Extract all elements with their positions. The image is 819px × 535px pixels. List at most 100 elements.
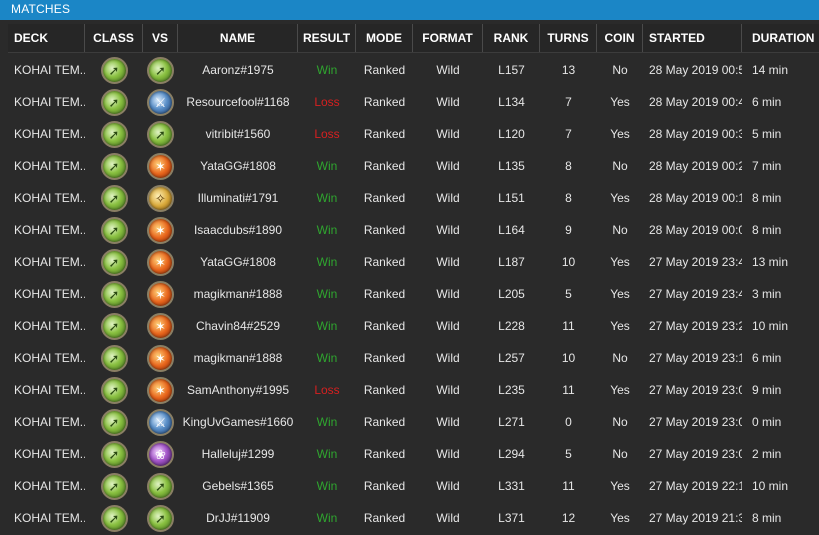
vs-cell: ➚ bbox=[143, 118, 178, 150]
duration-cell: 0 min bbox=[752, 415, 782, 429]
opponent-name: Illuminati#1791 bbox=[197, 191, 279, 205]
deck-cell: KOHAI TEM... bbox=[14, 383, 85, 397]
mage-class-icon: ✶ bbox=[147, 376, 174, 404]
vs-cell: ✶ bbox=[143, 214, 178, 246]
turns-cell: 10 bbox=[561, 255, 576, 269]
vs-cell: ✶ bbox=[143, 246, 178, 278]
column-header-mode[interactable]: MODE bbox=[356, 24, 413, 52]
table-row[interactable]: KOHAI TEM... ➚ ➚ DrJJ#11909 Win Ranked Wild L37… bbox=[8, 502, 819, 534]
format-cell: Wild bbox=[436, 255, 460, 269]
turns-cell: 9 bbox=[565, 223, 572, 237]
rank-cell: L151 bbox=[498, 191, 525, 205]
column-header-started[interactable]: STARTED bbox=[643, 24, 742, 52]
coin-cell: Yes bbox=[610, 191, 630, 205]
column-header-format[interactable]: FORMAT bbox=[413, 24, 483, 52]
table-row[interactable]: KOHAI TEM... ➚ ✶ magikman#1888 Win Ranked Wild… bbox=[8, 342, 819, 374]
rank-cell: L228 bbox=[498, 319, 525, 333]
column-header-result[interactable]: RESULT bbox=[298, 24, 356, 52]
table-row[interactable]: KOHAI TEM... ➚ ⚔ Resourcefool#1168 Loss Ranke… bbox=[8, 86, 819, 118]
vs-cell: ✶ bbox=[143, 342, 178, 374]
rank-cell: L331 bbox=[498, 479, 525, 493]
duration-cell: 8 min bbox=[752, 511, 782, 525]
mode-cell: Ranked bbox=[363, 255, 406, 269]
format-cell: Wild bbox=[436, 479, 460, 493]
hunter-class-icon: ➚ bbox=[100, 280, 128, 308]
opponent-name: SamAnthony#1995 bbox=[186, 383, 290, 397]
table-row[interactable]: KOHAI TEM... ➚ ✧ Illuminati#1791 Win Ranked Wi… bbox=[8, 182, 819, 214]
column-header-duration[interactable]: DURATION bbox=[742, 24, 819, 52]
vs-cell: ✧ bbox=[143, 182, 178, 214]
turns-cell: 10 bbox=[561, 351, 576, 365]
window-title: MATCHES bbox=[0, 0, 819, 20]
column-header-vs[interactable]: VS bbox=[143, 24, 178, 52]
turns-cell: 5 bbox=[565, 447, 572, 461]
table-row[interactable]: KOHAI TEM... ➚ ➚ Gebels#1365 Win Ranked Wild L3… bbox=[8, 470, 819, 502]
column-header-turns[interactable]: TURNS bbox=[540, 24, 597, 52]
mode-cell: Ranked bbox=[363, 159, 406, 173]
class-cell: ➚ bbox=[85, 86, 143, 118]
class-cell: ➚ bbox=[85, 438, 143, 470]
deck-cell: KOHAI TEM... bbox=[14, 63, 85, 77]
started-cell: 27 May 2019 23:42 bbox=[649, 287, 742, 301]
format-cell: Wild bbox=[436, 351, 460, 365]
rank-cell: L257 bbox=[498, 351, 525, 365]
table-row[interactable]: KOHAI TEM... ➚ ➚ Aaronz#1975 Win Ranked Wild L1… bbox=[8, 54, 819, 86]
rank-cell: L235 bbox=[498, 383, 525, 397]
turns-cell: 7 bbox=[565, 95, 572, 109]
result-cell: Win bbox=[316, 191, 338, 205]
duration-cell: 9 min bbox=[752, 383, 782, 397]
table-row[interactable]: KOHAI TEM... ➚ ➚ vitribit#1560 Loss Ranked Wil… bbox=[8, 118, 819, 150]
deck-cell: KOHAI TEM... bbox=[14, 319, 85, 333]
table-row[interactable]: KOHAI TEM... ➚ ✶ Isaacdubs#1890 Win Ranked Wil… bbox=[8, 214, 819, 246]
mode-cell: Ranked bbox=[363, 223, 406, 237]
opponent-name: vitribit#1560 bbox=[205, 127, 271, 141]
column-header-deck[interactable]: DECK bbox=[8, 24, 85, 52]
rank-cell: L157 bbox=[498, 63, 525, 77]
turns-cell: 8 bbox=[565, 191, 572, 205]
table-row[interactable]: KOHAI TEM... ➚ ✶ YataGG#1808 Win Ranked Wild L1… bbox=[8, 246, 819, 278]
hunter-class-icon: ➚ bbox=[100, 216, 128, 244]
turns-cell: 5 bbox=[565, 287, 572, 301]
rank-cell: L205 bbox=[498, 287, 525, 301]
turns-cell: 8 bbox=[565, 159, 572, 173]
class-cell: ➚ bbox=[85, 150, 143, 182]
vs-cell: ❀ bbox=[143, 438, 178, 470]
format-cell: Wild bbox=[436, 159, 460, 173]
mage-class-icon: ✶ bbox=[147, 216, 174, 244]
result-cell: Loss bbox=[314, 95, 340, 109]
warlock-class-icon: ❀ bbox=[147, 440, 174, 468]
table-row[interactable]: KOHAI TEM... ➚ ✶ Chavin84#2529 Win Ranked Wild… bbox=[8, 310, 819, 342]
column-header-name[interactable]: NAME bbox=[178, 24, 298, 52]
format-cell: Wild bbox=[436, 319, 460, 333]
table-row[interactable]: KOHAI TEM... ➚ ❀ Halleluj#1299 Win Ranked Wild… bbox=[8, 438, 819, 470]
hunter-class-icon: ➚ bbox=[100, 344, 128, 372]
class-cell: ➚ bbox=[85, 214, 143, 246]
duration-cell: 3 min bbox=[752, 287, 782, 301]
rank-cell: L371 bbox=[498, 511, 525, 525]
table-row[interactable]: KOHAI TEM... ➚ ✶ YataGG#1808 Win Ranked Wild L1… bbox=[8, 150, 819, 182]
result-cell: Loss bbox=[314, 383, 340, 397]
coin-cell: Yes bbox=[610, 95, 630, 109]
rank-cell: L164 bbox=[498, 223, 525, 237]
rank-cell: L294 bbox=[498, 447, 525, 461]
mode-cell: Ranked bbox=[363, 351, 406, 365]
coin-cell: Yes bbox=[610, 255, 630, 269]
table-row[interactable]: KOHAI TEM... ➚ ✶ SamAnthony#1995 Loss Ranked W… bbox=[8, 374, 819, 406]
coin-cell: Yes bbox=[610, 511, 630, 525]
table-row[interactable]: KOHAI TEM... ➚ ✶ magikman#1888 Win Ranked Wild… bbox=[8, 278, 819, 310]
duration-cell: 2 min bbox=[752, 447, 782, 461]
rank-cell: L271 bbox=[498, 415, 525, 429]
started-cell: 28 May 2019 00:03 bbox=[649, 223, 742, 237]
duration-cell: 6 min bbox=[752, 351, 782, 365]
coin-cell: No bbox=[612, 351, 628, 365]
coin-cell: Yes bbox=[610, 479, 630, 493]
class-cell: ➚ bbox=[85, 246, 143, 278]
table-row[interactable]: KOHAI TEM... ➚ ⚔ KingUvGames#1660 Win Ranked W… bbox=[8, 406, 819, 438]
vs-cell: ✶ bbox=[143, 374, 178, 406]
column-header-rank[interactable]: RANK bbox=[483, 24, 540, 52]
mode-cell: Ranked bbox=[363, 447, 406, 461]
column-header-coin[interactable]: COIN bbox=[597, 24, 643, 52]
vs-cell: ➚ bbox=[143, 470, 178, 502]
column-header-class[interactable]: CLASS bbox=[85, 24, 143, 52]
coin-cell: Yes bbox=[610, 127, 630, 141]
